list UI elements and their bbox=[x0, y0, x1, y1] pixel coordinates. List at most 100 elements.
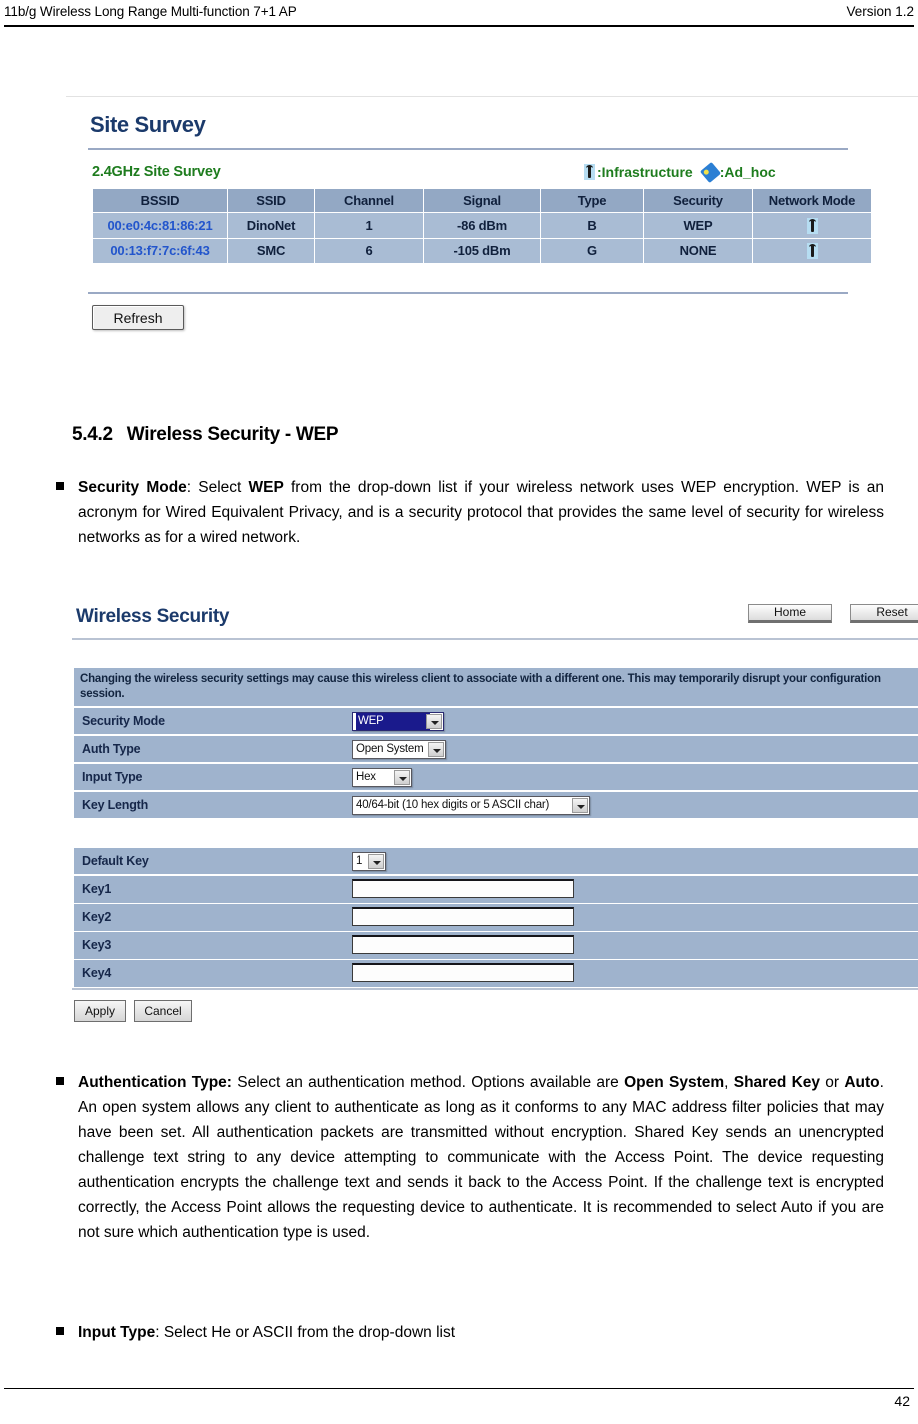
key-length-select[interactable]: 40/64-bit (10 hex digits or 5 ASCII char… bbox=[352, 796, 590, 815]
cell-network-mode bbox=[753, 238, 871, 264]
bullet-lead-security-mode: Security Mode bbox=[78, 479, 187, 496]
cell-bssid[interactable]: 00:e0:4c:81:86:21 bbox=[93, 213, 227, 238]
footer-rule bbox=[4, 1388, 914, 1389]
refresh-button[interactable]: Refresh bbox=[92, 305, 184, 330]
bullet-input-type: Input Type: Select He or ASCII from the … bbox=[56, 1320, 884, 1345]
table-row[interactable]: 00:e0:4c:81:86:21 DinoNet 1 -86 dBm B WE… bbox=[93, 213, 871, 238]
label-key2: Key2 bbox=[82, 910, 112, 924]
column-header-security: Security bbox=[644, 189, 752, 212]
table-row[interactable]: 00:13:f7:7c:6f:43 SMC 6 -105 dBm G NONE bbox=[93, 238, 871, 264]
key-length-value: 40/64-bit (10 hex digits or 5 ASCII char… bbox=[356, 799, 550, 811]
bullet-marker-icon bbox=[56, 1077, 64, 1085]
document-version: Version 1.2 bbox=[846, 4, 914, 19]
label-key-length: Key Length bbox=[82, 798, 149, 812]
header-rule bbox=[4, 25, 914, 27]
document-title: 11b/g Wireless Long Range Multi-function… bbox=[4, 4, 297, 19]
cell-type: B bbox=[541, 213, 643, 238]
home-button[interactable]: Home bbox=[748, 604, 832, 623]
auth-type-value: Open System bbox=[356, 743, 424, 755]
chevron-down-icon[interactable] bbox=[428, 742, 444, 757]
key1-input[interactable] bbox=[352, 879, 574, 898]
bullet-lead-input-type: Input Type bbox=[78, 1324, 156, 1341]
form-row-security-mode: Security Mode WEP bbox=[74, 708, 918, 734]
site-survey-table: BSSID SSID Channel Signal Type Security … bbox=[92, 188, 872, 265]
cell-channel: 1 bbox=[315, 213, 423, 238]
wireless-security-title: Wireless Security bbox=[76, 606, 230, 627]
bullet-security-mode: Security Mode: Select WEP from the drop-… bbox=[56, 475, 884, 550]
security-mode-value: WEP bbox=[356, 713, 430, 730]
column-header-signal: Signal bbox=[424, 189, 540, 212]
cell-type: G bbox=[541, 238, 643, 264]
column-header-ssid: SSID bbox=[228, 189, 314, 212]
bullet-lead-auth-type: Authentication Type: bbox=[78, 1074, 232, 1091]
cancel-button[interactable]: Cancel bbox=[134, 1000, 192, 1022]
bullet-emphasis-open-system: Open System bbox=[624, 1074, 725, 1091]
label-security-mode: Security Mode bbox=[82, 714, 165, 728]
bullet-text-security-mode-1: : Select bbox=[186, 479, 249, 496]
bullet-text-auth-4: . An open system allows any client to au… bbox=[78, 1074, 884, 1241]
bullet-emphasis-wep: WEP bbox=[248, 479, 284, 496]
key2-input[interactable] bbox=[352, 907, 574, 926]
adhoc-icon bbox=[699, 161, 721, 183]
infrastructure-icon bbox=[806, 217, 818, 234]
bullet-text-auth-3: or bbox=[820, 1074, 845, 1091]
form-row-key1: Key1 bbox=[74, 876, 918, 903]
section-heading: 5.4.2 Wireless Security - WEP bbox=[72, 424, 339, 446]
cell-channel: 6 bbox=[315, 238, 423, 264]
key3-input[interactable] bbox=[352, 935, 574, 954]
bullet-authentication-type: Authentication Type: Select an authentic… bbox=[56, 1070, 884, 1245]
column-header-type: Type bbox=[541, 189, 643, 212]
security-mode-select[interactable]: WEP bbox=[352, 712, 444, 731]
bullet-text-input-type: : Select He or ASCII from the drop-down … bbox=[155, 1324, 456, 1341]
infrastructure-icon bbox=[806, 243, 818, 260]
page-number: 42 bbox=[894, 1393, 910, 1409]
label-default-key: Default Key bbox=[82, 854, 149, 868]
bullet-marker-icon bbox=[56, 482, 64, 490]
form-row-default-key: Default Key 1 bbox=[74, 848, 918, 874]
infrastructure-icon bbox=[584, 164, 595, 180]
chevron-down-icon[interactable] bbox=[368, 854, 384, 869]
wireless-security-panel: Wireless Security Home Reset Changing th… bbox=[66, 596, 918, 1036]
form-row-auth-type: Auth Type Open System bbox=[74, 736, 918, 762]
chevron-down-icon[interactable] bbox=[572, 798, 588, 813]
label-key3: Key3 bbox=[82, 938, 112, 952]
bullet-emphasis-auto: Auto bbox=[844, 1074, 880, 1091]
form-row-key-length: Key Length 40/64-bit (10 hex digits or 5… bbox=[74, 792, 918, 818]
chevron-down-icon[interactable] bbox=[426, 714, 442, 729]
auth-type-select[interactable]: Open System bbox=[352, 740, 446, 759]
form-row-key3: Key3 bbox=[74, 932, 918, 959]
wireless-security-bottom-divider bbox=[72, 988, 918, 990]
site-survey-panel: Site Survey 2.4GHz Site Survey :Infrastr… bbox=[66, 96, 918, 344]
default-key-select[interactable]: 1 bbox=[352, 852, 386, 871]
bullet-emphasis-shared-key: Shared Key bbox=[733, 1074, 820, 1091]
input-type-select[interactable]: Hex bbox=[352, 768, 412, 787]
form-row-input-type: Input Type Hex bbox=[74, 764, 918, 790]
column-header-network-mode: Network Mode bbox=[753, 189, 871, 212]
bullet-marker-icon bbox=[56, 1327, 64, 1335]
cell-network-mode bbox=[753, 213, 871, 238]
input-type-value: Hex bbox=[356, 771, 376, 783]
form-row-key2: Key2 bbox=[74, 904, 918, 931]
label-key4: Key4 bbox=[82, 966, 112, 980]
cell-security: NONE bbox=[644, 238, 752, 264]
reset-button[interactable]: Reset bbox=[850, 604, 918, 623]
form-row-key4: Key4 bbox=[74, 960, 918, 987]
bullet-text-auth-2: , bbox=[724, 1074, 734, 1091]
panel-top-line bbox=[66, 96, 918, 97]
column-header-channel: Channel bbox=[315, 189, 423, 212]
cell-bssid[interactable]: 00:13:f7:7c:6f:43 bbox=[93, 238, 227, 264]
apply-button[interactable]: Apply bbox=[74, 1000, 126, 1022]
label-key1: Key1 bbox=[82, 882, 112, 896]
infrastructure-legend-label: :Infrastructure bbox=[597, 164, 693, 180]
site-survey-legend: :Infrastructure :Ad_hoc bbox=[584, 161, 776, 183]
key4-input[interactable] bbox=[352, 963, 574, 982]
site-survey-divider bbox=[88, 148, 848, 150]
bullet-text-auth-1: Select an authentication method. Options… bbox=[231, 1074, 625, 1091]
chevron-down-icon[interactable] bbox=[394, 770, 410, 785]
section-number: 5.4.2 bbox=[72, 424, 113, 445]
wireless-security-divider bbox=[72, 638, 918, 640]
wireless-security-note: Changing the wireless security settings … bbox=[74, 668, 918, 706]
cell-signal: -105 dBm bbox=[424, 238, 540, 264]
site-survey-title: Site Survey bbox=[90, 112, 206, 137]
cell-ssid: SMC bbox=[228, 238, 314, 264]
